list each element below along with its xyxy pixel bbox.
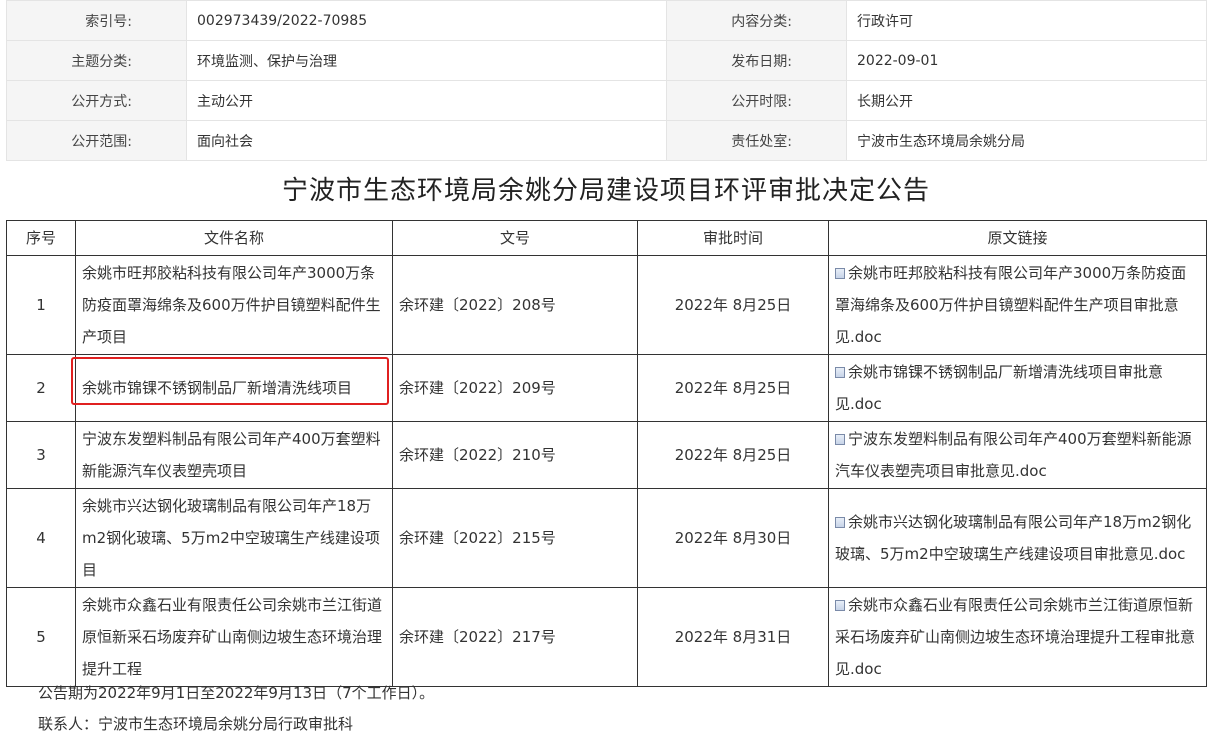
metadata-row: 公开范围: 面向社会 责任处室: 宁波市生态环境局余姚分局 xyxy=(6,120,1207,161)
metadata-table: 索引号: 002973439/2022-70985 内容分类: 行政许可 主题分… xyxy=(6,0,1207,161)
cell-original-link: 余姚市锦锞不锈钢制品厂新增清洗线项目审批意见.doc xyxy=(828,354,1207,422)
cell-file-name: 宁波东发塑料制品有限公司年产400万套塑料新能源汽车仪表塑壳项目 xyxy=(75,421,393,489)
cell-serial: 4 xyxy=(6,488,76,588)
table-row: 5 余姚市众鑫石业有限责任公司余姚市兰江街道原恒新采石场废弃矿山南侧边坡生态环境… xyxy=(6,587,1207,687)
cell-doc-number: 余环建〔2022〕209号 xyxy=(392,354,638,422)
cell-original-link: 余姚市众鑫石业有限责任公司余姚市兰江街道原恒新采石场废弃矿山南侧边坡生态环境治理… xyxy=(828,587,1207,687)
meta-value-topic: 环境监测、保护与治理 xyxy=(186,40,667,81)
meta-label-disclosure-mode: 公开方式: xyxy=(6,80,187,121)
meta-value-publish-date: 2022-09-01 xyxy=(846,40,1207,81)
cell-file-name: 余姚市锦锞不锈钢制品厂新增清洗线项目 xyxy=(75,354,393,422)
table-row: 1 余姚市旺邦胶粘科技有限公司年产3000万条防疫面罩海绵条及600万件护目镜塑… xyxy=(6,255,1207,355)
page-title: 宁波市生态环境局余姚分局建设项目环评审批决定公告 xyxy=(281,176,930,206)
cell-serial: 2 xyxy=(6,354,76,422)
cell-file-name: 余姚市旺邦胶粘科技有限公司年产3000万条防疫面罩海绵条及600万件护目镜塑料配… xyxy=(75,255,393,355)
cell-serial: 5 xyxy=(6,587,76,687)
header-approval-date: 审批时间 xyxy=(637,220,829,256)
cell-serial: 1 xyxy=(6,255,76,355)
cell-original-link: 余姚市兴达钢化玻璃制品有限公司年产18万m2钢化玻璃、5万m2中空玻璃生产线建设… xyxy=(828,488,1207,588)
cell-original-link: 宁波东发塑料制品有限公司年产400万套塑料新能源汽车仪表塑壳项目审批意见.doc xyxy=(828,421,1207,489)
cell-approval-date: 2022年 8月25日 xyxy=(637,255,829,355)
cell-doc-number: 余环建〔2022〕217号 xyxy=(392,587,638,687)
cell-file-name: 余姚市兴达钢化玻璃制品有限公司年产18万m2钢化玻璃、5万m2中空玻璃生产线建设… xyxy=(75,488,393,588)
meta-label-category: 内容分类: xyxy=(666,0,847,41)
original-doc-link[interactable]: 宁波东发塑料制品有限公司年产400万套塑料新能源汽车仪表塑壳项目审批意见.doc xyxy=(835,430,1192,480)
meta-value-category: 行政许可 xyxy=(846,0,1207,41)
doc-file-icon xyxy=(835,517,845,528)
original-doc-link[interactable]: 余姚市旺邦胶粘科技有限公司年产3000万条防疫面罩海绵条及600万件护目镜塑料配… xyxy=(835,264,1186,346)
doc-file-icon xyxy=(835,434,845,445)
cell-doc-number: 余环建〔2022〕215号 xyxy=(392,488,638,588)
meta-label-index: 索引号: xyxy=(6,0,187,41)
meta-label-scope: 公开范围: xyxy=(6,120,187,161)
meta-label-publish-date: 发布日期: xyxy=(666,40,847,81)
meta-label-disclosure-term: 公开时限: xyxy=(666,80,847,121)
cell-file-name: 余姚市众鑫石业有限责任公司余姚市兰江街道原恒新采石场废弃矿山南侧边坡生态环境治理… xyxy=(75,587,393,687)
cell-original-link: 余姚市旺邦胶粘科技有限公司年产3000万条防疫面罩海绵条及600万件护目镜塑料配… xyxy=(828,255,1207,355)
meta-value-index: 002973439/2022-70985 xyxy=(186,0,667,41)
meta-label-department: 责任处室: xyxy=(666,120,847,161)
metadata-row: 公开方式: 主动公开 公开时限: 长期公开 xyxy=(6,80,1207,121)
meta-label-topic: 主题分类: xyxy=(6,40,187,81)
notice-period-text: 公告期为2022年9月1日至2022年9月13日（7个工作日）。 xyxy=(38,684,435,702)
contact-text: 联系人：宁波市生态环境局余姚分局行政审批科 xyxy=(38,715,354,733)
original-doc-link[interactable]: 余姚市众鑫石业有限责任公司余姚市兰江街道原恒新采石场废弃矿山南侧边坡生态环境治理… xyxy=(835,596,1195,678)
approvals-table: 序号 文件名称 文号 审批时间 原文链接 1 余姚市旺邦胶粘科技有限公司年产30… xyxy=(6,220,1207,687)
cell-approval-date: 2022年 8月25日 xyxy=(637,354,829,422)
metadata-row: 索引号: 002973439/2022-70985 内容分类: 行政许可 xyxy=(6,0,1207,41)
metadata-row: 主题分类: 环境监测、保护与治理 发布日期: 2022-09-01 xyxy=(6,40,1207,81)
cell-doc-number: 余环建〔2022〕210号 xyxy=(392,421,638,489)
header-original-link: 原文链接 xyxy=(828,220,1207,256)
cell-serial: 3 xyxy=(6,421,76,489)
cell-doc-number: 余环建〔2022〕208号 xyxy=(392,255,638,355)
table-header-row: 序号 文件名称 文号 审批时间 原文链接 xyxy=(6,220,1207,256)
cell-approval-date: 2022年 8月30日 xyxy=(637,488,829,588)
doc-file-icon xyxy=(835,367,845,378)
doc-file-icon xyxy=(835,600,845,611)
original-doc-link[interactable]: 余姚市锦锞不锈钢制品厂新增清洗线项目审批意见.doc xyxy=(835,363,1163,413)
meta-value-department: 宁波市生态环境局余姚分局 xyxy=(846,120,1207,161)
doc-file-icon xyxy=(835,268,845,279)
original-doc-link[interactable]: 余姚市兴达钢化玻璃制品有限公司年产18万m2钢化玻璃、5万m2中空玻璃生产线建设… xyxy=(835,513,1191,563)
meta-value-disclosure-term: 长期公开 xyxy=(846,80,1207,121)
cell-approval-date: 2022年 8月31日 xyxy=(637,587,829,687)
cell-approval-date: 2022年 8月25日 xyxy=(637,421,829,489)
header-file-name: 文件名称 xyxy=(75,220,393,256)
table-row: 3 宁波东发塑料制品有限公司年产400万套塑料新能源汽车仪表塑壳项目 余环建〔2… xyxy=(6,421,1207,489)
meta-value-scope: 面向社会 xyxy=(186,120,667,161)
header-serial: 序号 xyxy=(6,220,76,256)
table-row: 4 余姚市兴达钢化玻璃制品有限公司年产18万m2钢化玻璃、5万m2中空玻璃生产线… xyxy=(6,488,1207,588)
meta-value-disclosure-mode: 主动公开 xyxy=(186,80,667,121)
table-row: 2 余姚市锦锞不锈钢制品厂新增清洗线项目 余环建〔2022〕209号 2022年… xyxy=(6,354,1207,422)
header-doc-number: 文号 xyxy=(392,220,638,256)
